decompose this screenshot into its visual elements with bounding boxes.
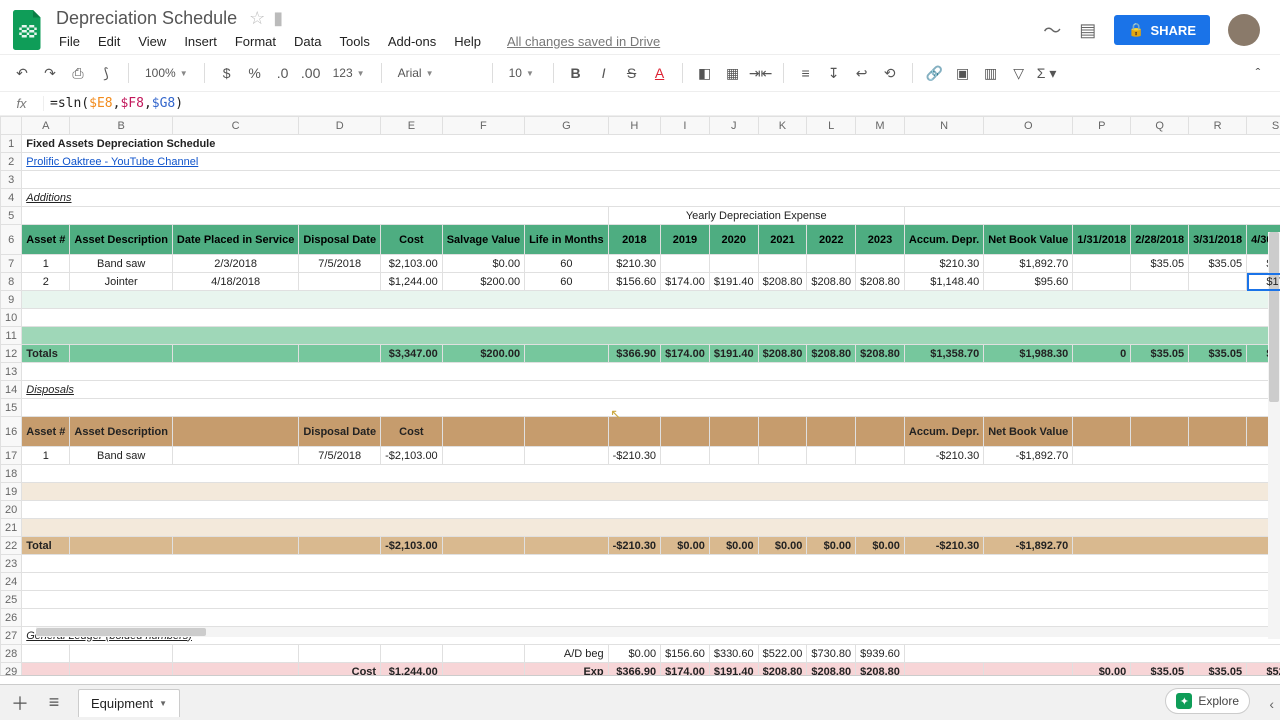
chart-icon[interactable]: ▥: [979, 61, 1003, 85]
menubar: File Edit View Insert Format Data Tools …: [52, 29, 1043, 53]
numfmt-dropdown[interactable]: 123▼: [327, 66, 371, 80]
menu-help[interactable]: Help: [447, 30, 488, 53]
active-cell[interactable]: $17.40: [1247, 273, 1280, 291]
toolbar: ↶ ↷ ⎙ ⟆ 100%▼ $ % .0 .00 123▼ Arial▼ 10▼…: [0, 54, 1280, 92]
save-status: All changes saved in Drive: [500, 30, 667, 53]
menu-tools[interactable]: Tools: [332, 30, 376, 53]
textcolor-icon[interactable]: A: [648, 61, 672, 85]
vertical-scrollbar[interactable]: [1268, 232, 1280, 639]
italic-icon[interactable]: I: [592, 61, 616, 85]
wrap-icon[interactable]: ↩: [850, 61, 874, 85]
add-sheet-icon[interactable]: ＋: [10, 690, 30, 716]
menu-data[interactable]: Data: [287, 30, 328, 53]
valign-icon[interactable]: ↧: [822, 61, 846, 85]
rotate-icon[interactable]: ⟲: [878, 61, 902, 85]
comment-icon[interactable]: ▣: [951, 61, 975, 85]
halign-icon[interactable]: ≡: [794, 61, 818, 85]
filter-icon[interactable]: ▽: [1007, 61, 1031, 85]
comments-icon[interactable]: ▤: [1079, 20, 1096, 41]
bold-icon[interactable]: B: [564, 61, 588, 85]
formula-input[interactable]: =sln($E8,$F8,$G8): [44, 94, 1280, 113]
all-sheets-icon[interactable]: ≡: [44, 692, 64, 713]
undo-icon[interactable]: ↶: [10, 61, 34, 85]
paint-format-icon[interactable]: ⟆: [94, 61, 118, 85]
currency-icon[interactable]: $: [215, 61, 239, 85]
redo-icon[interactable]: ↷: [38, 61, 62, 85]
sheet-tabbar: ＋ ≡ Equipment▼ ✦Explore ‹: [0, 684, 1280, 720]
print-icon[interactable]: ⎙: [66, 61, 90, 85]
activity-icon[interactable]: 〜: [1043, 17, 1061, 43]
dec-increase-icon[interactable]: .00: [299, 61, 323, 85]
borders-icon[interactable]: ▦: [721, 61, 745, 85]
zoom-dropdown[interactable]: 100%▼: [139, 66, 194, 80]
channel-link[interactable]: Prolific Oaktree - YouTube Channel: [26, 156, 198, 168]
menu-file[interactable]: File: [52, 30, 87, 53]
strike-icon[interactable]: S: [620, 61, 644, 85]
side-panel-toggle[interactable]: ‹: [1269, 696, 1274, 712]
additions-heading[interactable]: Additions: [22, 189, 1280, 207]
collapse-toolbar-icon[interactable]: ˆ: [1246, 61, 1270, 85]
fx-label: fx: [0, 96, 44, 111]
link-icon[interactable]: 🔗: [923, 61, 947, 85]
spreadsheet-grid[interactable]: ABCD EFGH IJKL MNOP QRS TU 1Fixed Assets…: [0, 116, 1280, 676]
explore-button[interactable]: ✦Explore: [1165, 688, 1250, 714]
star-icon[interactable]: ☆: [249, 8, 265, 29]
horizontal-scrollbar[interactable]: [36, 627, 1268, 637]
col-header-row[interactable]: ABCD EFGH IJKL MNOP QRS TU: [1, 117, 1280, 135]
dec-decrease-icon[interactable]: .0: [271, 61, 295, 85]
disposals-heading[interactable]: Disposals: [22, 381, 1280, 399]
menu-insert[interactable]: Insert: [177, 30, 224, 53]
menu-view[interactable]: View: [131, 30, 173, 53]
lock-icon: 🔒: [1128, 22, 1144, 38]
share-button[interactable]: 🔒 SHARE: [1114, 15, 1210, 45]
folder-icon[interactable]: ▮: [273, 8, 283, 29]
merge-icon[interactable]: ⇥⇤: [749, 61, 773, 85]
percent-icon[interactable]: %: [243, 61, 267, 85]
menu-edit[interactable]: Edit: [91, 30, 127, 53]
font-dropdown[interactable]: Arial▼: [392, 66, 482, 80]
menu-format[interactable]: Format: [228, 30, 283, 53]
tab-equipment[interactable]: Equipment▼: [78, 689, 180, 717]
fill-icon[interactable]: ◧: [693, 61, 717, 85]
functions-icon[interactable]: Σ ▾: [1035, 61, 1059, 85]
share-label: SHARE: [1150, 23, 1196, 38]
yearly-header[interactable]: Yearly Depreciation Expense: [608, 207, 904, 225]
avatar[interactable]: [1228, 14, 1260, 46]
sheets-logo[interactable]: [8, 10, 48, 50]
doc-name[interactable]: Depreciation Schedule: [52, 6, 241, 31]
menu-addons[interactable]: Add-ons: [381, 30, 443, 53]
fontsize-dropdown[interactable]: 10▼: [503, 66, 543, 80]
title-cell[interactable]: Fixed Assets Depreciation Schedule: [22, 135, 1280, 153]
